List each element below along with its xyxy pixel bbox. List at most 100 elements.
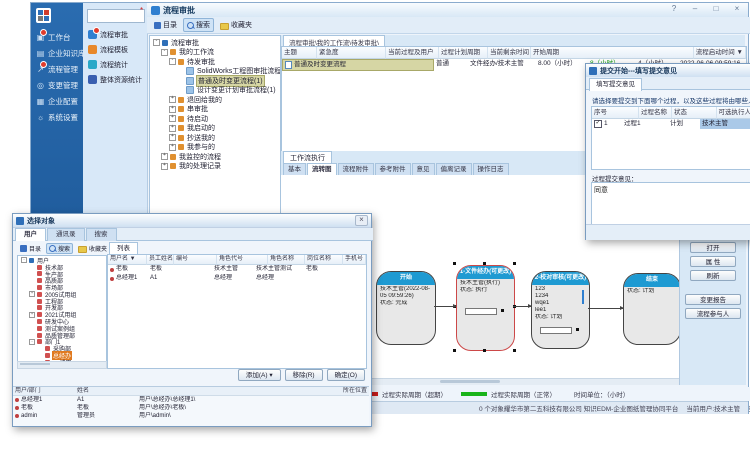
- tree-toggle-icon[interactable]: +: [169, 96, 176, 103]
- column-header[interactable]: 角色名称: [268, 255, 305, 265]
- toolbar-button[interactable]: 目录: [150, 18, 181, 32]
- column-header[interactable]: 主题: [282, 47, 317, 59]
- tree-item[interactable]: 设计变更计划审批流程(1): [150, 86, 280, 96]
- selected-row[interactable]: 总经理1 A1 用户\总经办\总经理1\: [13, 396, 369, 404]
- user-row[interactable]: 老板 老板 技术主管 技术主管测试 老板: [108, 265, 366, 274]
- column-header[interactable]: 过程名称: [639, 107, 672, 119]
- workflow-node-end[interactable]: 结束 状态: 计划: [623, 273, 681, 345]
- module-item[interactable]: 流程模板: [83, 42, 147, 57]
- tree-toggle-icon[interactable]: +: [161, 153, 168, 160]
- maximize-icon[interactable]: □: [711, 4, 721, 13]
- dialog-title-bar[interactable]: 提交开始---填写提交意见: [586, 64, 750, 78]
- tree-toggle-icon[interactable]: -: [21, 257, 27, 263]
- toolbar-button[interactable]: 搜索: [183, 18, 214, 32]
- sidebar-item[interactable]: ▤ 企业知识库: [31, 45, 83, 61]
- tree-toggle-icon[interactable]: +: [169, 115, 176, 122]
- sidebar-item[interactable]: ▣ 工作台: [31, 29, 83, 45]
- cell-executor[interactable]: 技术主管: [700, 119, 750, 129]
- module-item[interactable]: 整体资源统计: [83, 72, 147, 87]
- tree-toggle-icon[interactable]: +: [161, 163, 168, 170]
- dialog-tab[interactable]: 用户: [15, 228, 46, 241]
- flow-action-button[interactable]: 变更报告: [685, 294, 741, 305]
- tree-toggle-icon[interactable]: -: [153, 39, 160, 46]
- column-header[interactable]: 过程计划周期: [439, 47, 488, 59]
- comment-textarea[interactable]: 同意: [591, 182, 750, 225]
- horizontal-scrollbar[interactable]: [17, 361, 107, 369]
- workflow-node-review[interactable]: 2-校对审核(可更改) 1231234wqe1lee1状态: 计划: [531, 271, 590, 349]
- close-icon[interactable]: ×: [355, 215, 368, 226]
- tree-item[interactable]: + 我启动的: [150, 124, 280, 134]
- tree-item[interactable]: + 我的处理记录: [150, 162, 280, 172]
- tree-item[interactable]: - 待发审批: [150, 57, 280, 67]
- tree-toggle-icon[interactable]: -: [169, 58, 176, 65]
- tree-item[interactable]: + 抄送我的: [150, 133, 280, 143]
- flow-action-button[interactable]: 属 性: [690, 256, 736, 267]
- toolbar-button[interactable]: 搜索: [46, 243, 73, 254]
- tree-toggle-icon[interactable]: -: [161, 49, 168, 56]
- module-search-input[interactable]: [87, 9, 145, 23]
- help-icon[interactable]: ?: [669, 4, 679, 13]
- tree-toggle-icon[interactable]: +: [169, 125, 176, 132]
- dialog-title-bar[interactable]: 选择对象 ×: [13, 214, 371, 228]
- workflow-node-start[interactable]: 开始 技术主管(2022-08-05 09:59:26)状态: 完成: [376, 271, 436, 345]
- dialog-button[interactable]: 确定(O): [327, 369, 365, 381]
- tree-item[interactable]: 普通及时变更流程(1): [150, 76, 280, 86]
- column-header[interactable]: 姓名: [75, 387, 341, 395]
- dialog-tab[interactable]: 通讯录: [47, 228, 85, 241]
- dialog-tab[interactable]: 搜索: [86, 228, 117, 241]
- column-header[interactable]: 序号: [592, 107, 639, 119]
- column-header[interactable]: 状态: [672, 107, 717, 119]
- toolbar-button[interactable]: 收藏夹: [75, 243, 110, 254]
- flow-action-button[interactable]: 流程参与人: [685, 308, 741, 319]
- column-header[interactable]: 所在位置: [341, 387, 369, 395]
- column-header[interactable]: 用户/部门: [13, 387, 75, 395]
- selected-row[interactable]: admin 管理员 用户\admin\: [13, 412, 369, 420]
- minimize-icon[interactable]: –: [690, 4, 700, 13]
- column-header[interactable]: 角色代号: [217, 255, 268, 265]
- tab-fill-opinion[interactable]: 填写提交意见: [589, 78, 642, 91]
- checkbox-checked[interactable]: ✓: [594, 120, 602, 128]
- sidebar-item[interactable]: ↗ 流程管理: [31, 61, 83, 77]
- cell-process-name: 过程1: [622, 119, 668, 129]
- tree-item[interactable]: + 我监控的流程: [150, 152, 280, 162]
- dialog-button[interactable]: 移除(R): [285, 369, 323, 381]
- close-icon[interactable]: ×: [732, 4, 742, 13]
- toolbar-button[interactable]: 收藏夹: [216, 18, 256, 32]
- column-header[interactable]: 编号: [174, 255, 217, 265]
- flow-action-button[interactable]: 刷新: [690, 270, 736, 281]
- column-header[interactable]: 当前剩余时间: [488, 47, 531, 59]
- column-header[interactable]: 当前过程及用户: [386, 47, 439, 59]
- module-item[interactable]: 流程审批: [83, 27, 147, 42]
- column-header[interactable]: 紧急度: [317, 47, 386, 59]
- tree-toggle-icon[interactable]: +: [169, 134, 176, 141]
- column-header[interactable]: 手机号: [343, 255, 366, 265]
- tree-toggle-icon[interactable]: +: [29, 291, 35, 297]
- tree-toggle-icon[interactable]: -: [29, 339, 35, 345]
- tree-toggle-icon[interactable]: +: [29, 312, 35, 318]
- sidebar-item[interactable]: ◎ 变更管理: [31, 77, 83, 93]
- sidebar-item[interactable]: ▦ 企业配置: [31, 93, 83, 109]
- dialog-button[interactable]: 添加(A) ▾: [238, 369, 281, 381]
- toolbar-button[interactable]: 目录: [17, 243, 44, 254]
- sidebar-item[interactable]: ☼ 系统设置: [31, 109, 83, 125]
- tree-item[interactable]: + 我参与的: [150, 143, 280, 153]
- column-header[interactable]: 员工姓名: [147, 255, 174, 265]
- tree-item[interactable]: - 我的工作流: [150, 48, 280, 58]
- column-header[interactable]: 开始周期: [531, 47, 694, 59]
- tree-item[interactable]: + 待启动: [150, 114, 280, 124]
- tree-item[interactable]: + 串审批: [150, 105, 280, 115]
- column-header[interactable]: 流程启动时间 ▼: [694, 47, 746, 59]
- tree-toggle-icon[interactable]: +: [169, 144, 176, 151]
- tree-item[interactable]: + 退回给我的: [150, 95, 280, 105]
- column-header[interactable]: 岗位名称: [305, 255, 343, 265]
- module-item[interactable]: 流程统计: [83, 57, 147, 72]
- user-row[interactable]: 总经理1 A1 总经理 总经理: [108, 274, 366, 283]
- selected-row[interactable]: 老板 老板 用户\总经办\老板\: [13, 404, 369, 412]
- process-row[interactable]: ✓1 过程1 计划 技术主管: [592, 119, 750, 129]
- column-header[interactable]: 可选执行人: [717, 107, 750, 119]
- flow-action-button[interactable]: 打开: [690, 242, 736, 253]
- tree-toggle-icon[interactable]: +: [169, 106, 176, 113]
- tree-item[interactable]: - 流程审批: [150, 38, 280, 48]
- column-header[interactable]: 用户名 ▼: [108, 255, 147, 265]
- workflow-node-file-handling[interactable]: 1-文件经办(可更改) 技术主管(执行)状态: 执行: [456, 265, 515, 351]
